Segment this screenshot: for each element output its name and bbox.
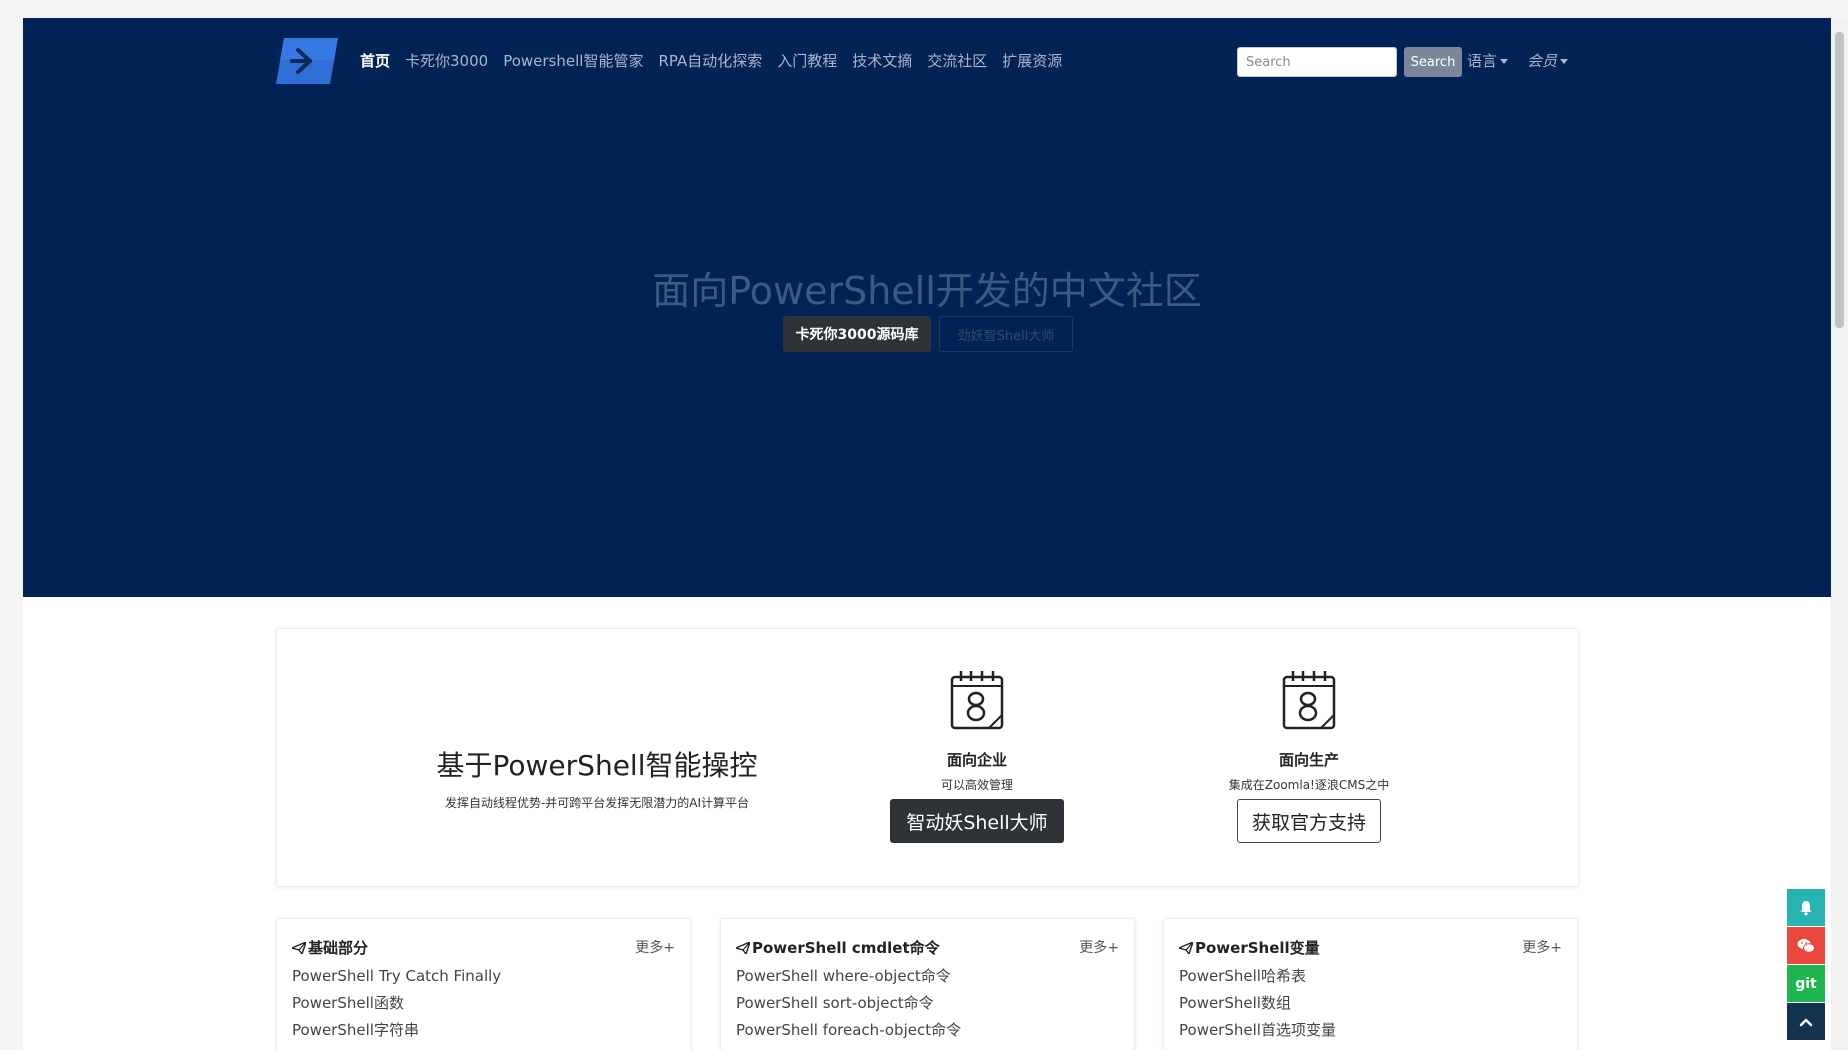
nav-item-community[interactable]: 交流社区: [927, 50, 987, 71]
more-link[interactable]: 更多+: [1079, 937, 1119, 957]
nav-item-powershell-butler[interactable]: Powershell智能管家: [503, 50, 643, 71]
list-item[interactable]: PowerShell函数: [292, 990, 501, 1017]
card-variables: PowerShell变量 更多+ PowerShell哈希表 PowerShel…: [1163, 918, 1578, 1050]
paper-plane-icon: [736, 942, 750, 954]
card-title: PowerShell cmdlet命令: [736, 937, 940, 958]
notification-button[interactable]: [1787, 889, 1825, 926]
feature-text: 集成在Zoomla!逐浪CMS之中: [1228, 778, 1390, 792]
card-title-text: 基础部分: [308, 939, 369, 957]
chevron-up-icon: [1799, 1018, 1813, 1026]
member-dropdown[interactable]: 会员: [1527, 50, 1569, 71]
card-header: 基础部分 更多+: [292, 937, 675, 957]
list-item[interactable]: PowerShell首选项变量: [1179, 1017, 1336, 1044]
paper-plane-icon: [292, 942, 306, 954]
card-title-text: PowerShell cmdlet命令: [752, 939, 940, 957]
card-cmdlet: PowerShell cmdlet命令 更多+ PowerShell where…: [720, 918, 1135, 1050]
nav-item-rpa[interactable]: RPA自动化探索: [658, 50, 762, 71]
wechat-button[interactable]: [1787, 927, 1825, 964]
more-link[interactable]: 更多+: [635, 937, 675, 957]
feature-column-enterprise: 面向企业 可以高效管理 智动妖Shell大师: [817, 669, 1137, 843]
page-scrollbar[interactable]: [1831, 18, 1848, 1050]
more-link[interactable]: 更多+: [1522, 937, 1562, 957]
nav-item-kasini3000[interactable]: 卡死你3000: [405, 50, 488, 71]
paper-plane-icon: [1179, 942, 1193, 954]
article-list: PowerShell Try Catch Finally PowerShell函…: [292, 963, 501, 1044]
hero-section: 首页 卡死你3000 Powershell智能管家 RPA自动化探索 入门教程 …: [23, 18, 1831, 597]
list-item[interactable]: PowerShell Try Catch Finally: [292, 963, 501, 990]
list-item[interactable]: PowerShell foreach-object命令: [736, 1017, 961, 1044]
language-dropdown[interactable]: 语言: [1467, 50, 1509, 71]
feature-heading: 面向企业: [946, 751, 1007, 769]
card-header: PowerShell cmdlet命令 更多+: [736, 937, 1119, 957]
official-support-button[interactable]: 获取官方支持: [1236, 799, 1381, 843]
list-item[interactable]: PowerShell字符串: [292, 1017, 501, 1044]
smart-shell-master-button[interactable]: 智动妖Shell大师: [890, 799, 1064, 843]
git-button[interactable]: git: [1787, 965, 1825, 1002]
hero-title: 面向PowerShell开发的中文社区: [652, 269, 1202, 313]
nav-item-resources[interactable]: 扩展资源: [1002, 50, 1062, 71]
search-button[interactable]: Search: [1404, 47, 1462, 77]
list-item[interactable]: PowerShell where-object命令: [736, 963, 961, 990]
nav-item-tutorial[interactable]: 入门教程: [777, 50, 837, 71]
search-input[interactable]: [1237, 47, 1397, 77]
nav-item-home[interactable]: 首页: [360, 50, 390, 71]
list-item[interactable]: PowerShell哈希表: [1179, 963, 1336, 990]
list-item[interactable]: PowerShell数组: [1179, 990, 1336, 1017]
card-title-text: PowerShell变量: [1195, 939, 1320, 957]
feature-heading: 面向生产: [1278, 751, 1339, 769]
card-title: PowerShell变量: [1179, 937, 1320, 958]
back-to-top-button[interactable]: [1787, 1003, 1825, 1040]
article-list: PowerShell where-object命令 PowerShell sor…: [736, 963, 961, 1044]
card-title: 基础部分: [292, 937, 368, 958]
chevron-down-icon: [1560, 59, 1569, 64]
feature-column-production: 面向生产 集成在Zoomla!逐浪CMS之中 获取官方支持: [1149, 669, 1469, 843]
card-basics: 基础部分 更多+ PowerShell Try Catch Finally Po…: [276, 918, 691, 1050]
card-header: PowerShell变量 更多+: [1179, 937, 1562, 957]
site-logo[interactable]: [276, 38, 338, 84]
page: 首页 卡死你3000 Powershell智能管家 RPA自动化探索 入门教程 …: [23, 18, 1831, 1050]
nav-item-articles[interactable]: 技术文摘: [852, 50, 912, 71]
wechat-icon: [1797, 938, 1815, 953]
language-label: 语言: [1467, 52, 1498, 70]
calendar-8-icon: [950, 671, 1004, 730]
chevron-down-icon: [1500, 59, 1509, 64]
shell-master-button[interactable]: 劲妖智Shell大师: [939, 316, 1073, 352]
main-nav: 首页 卡死你3000 Powershell智能管家 RPA自动化探索 入门教程 …: [360, 50, 1077, 71]
list-item[interactable]: PowerShell sort-object命令: [736, 990, 961, 1017]
bell-icon: [1800, 900, 1812, 915]
scrollbar-thumb[interactable]: [1835, 32, 1844, 328]
member-label: 会员: [1527, 52, 1558, 70]
article-list: PowerShell哈希表 PowerShell数组 PowerShell首选项…: [1179, 963, 1336, 1044]
feature-card: 基于PowerShell智能操控 发挥自动线程优势-并可跨平台发挥无限潜力的AI…: [276, 628, 1579, 887]
calendar-8-icon: [1282, 671, 1336, 730]
feature-text: 可以高效管理: [940, 778, 1013, 792]
source-repo-button[interactable]: 卡死你3000源码库: [783, 316, 931, 352]
